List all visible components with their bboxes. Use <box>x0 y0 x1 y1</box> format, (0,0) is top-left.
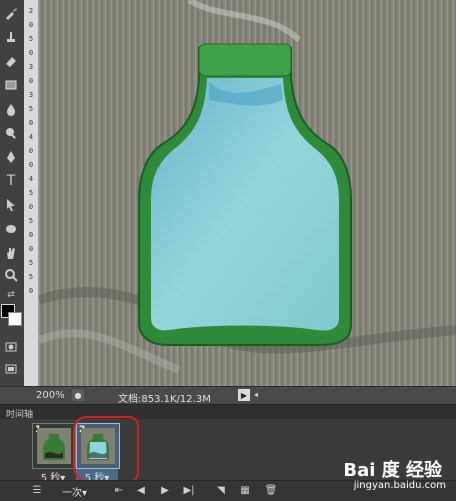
gradient-icon[interactable] <box>2 76 20 94</box>
status-expand-button[interactable]: ▶ <box>238 389 250 401</box>
type-icon[interactable]: T <box>2 172 20 190</box>
ruler-label: 0 <box>28 161 34 169</box>
blur-icon[interactable] <box>2 100 20 118</box>
play-button[interactable]: ▶ <box>158 484 172 497</box>
dodge-icon[interactable] <box>2 124 20 142</box>
ruler-label: 0 <box>28 21 34 29</box>
ruler-label: 4 <box>28 175 34 183</box>
watermark-url: jingyan.baidu.com <box>353 480 446 491</box>
ruler-label: 5 <box>28 189 34 197</box>
shape-icon[interactable] <box>2 220 20 238</box>
screen-mode-icon[interactable] <box>2 360 20 378</box>
first-frame-button[interactable]: ⇤ <box>112 484 126 497</box>
ruler-label: 5 <box>28 217 34 225</box>
color-swatches[interactable] <box>0 302 24 336</box>
vertical-ruler: 2 0 5 0 3 0 3 5 0 4 0 0 4 5 0 5 0 0 5 5 0 <box>24 0 39 386</box>
ruler-label: 0 <box>28 77 34 85</box>
loop-options-select[interactable]: 一次▾ <box>62 484 87 499</box>
frame-thumbnail <box>37 428 71 464</box>
zoom-icon[interactable] <box>2 266 20 284</box>
watermark-logo: Bai 度 经验 <box>343 460 442 481</box>
timeline-header: 时间轴 <box>0 405 456 420</box>
ruler-label: 5 <box>28 273 34 281</box>
background-color[interactable] <box>8 312 22 326</box>
zoom-menu-icon[interactable]: ● <box>72 389 84 401</box>
document-canvas[interactable] <box>39 0 456 386</box>
ruler-label: 0 <box>28 231 34 239</box>
duplicate-frame-button[interactable]: ▦ <box>238 484 252 497</box>
clone-stamp-icon[interactable] <box>2 28 20 46</box>
pen-icon[interactable] <box>2 148 20 166</box>
brush-icon[interactable] <box>2 4 20 22</box>
ruler-label: 0 <box>28 119 34 127</box>
status-bar: 200% ● 文档:853.1K/12.3M ▶ ◂ <box>0 386 456 405</box>
zoom-level[interactable]: 200% <box>36 390 65 401</box>
ruler-label: 0 <box>28 287 34 295</box>
ruler-label: 5 <box>28 35 34 43</box>
quick-mask-icon[interactable] <box>2 338 20 356</box>
tween-button[interactable]: ◥ <box>214 484 228 497</box>
ruler-label: 5 <box>28 259 34 267</box>
red-annotation-circle <box>73 416 139 484</box>
next-frame-button[interactable]: ▶| <box>182 484 196 497</box>
document-info: 文档:853.1K/12.3M <box>118 394 211 405</box>
ruler-label: 3 <box>28 63 34 71</box>
timeline-title: 时间轴 <box>6 410 34 420</box>
previous-frame-button[interactable]: ◀ <box>134 484 148 497</box>
ruler-label: 0 <box>28 203 34 211</box>
ruler-label: 3 <box>28 91 34 99</box>
ruler-label: 4 <box>28 133 34 141</box>
frame-1[interactable]: 1 <box>32 423 76 469</box>
path-select-icon[interactable] <box>2 196 20 214</box>
ruler-label: 0 <box>28 147 34 155</box>
eraser-icon[interactable] <box>2 52 20 70</box>
delete-frame-button[interactable]: 🗑 <box>264 484 278 497</box>
status-scroll-icon[interactable]: ◂ <box>254 390 258 399</box>
hand-icon[interactable] <box>2 244 20 262</box>
convert-timeline-icon[interactable]: ☰ <box>30 484 44 497</box>
ruler-label: 0 <box>28 49 34 57</box>
ruler-label: 0 <box>28 245 34 253</box>
ruler-label: 5 <box>28 105 34 113</box>
baidu-watermark: Bai 度 经验 jingyan.baidu.com <box>330 456 450 496</box>
ruler-label: 2 <box>28 7 34 15</box>
